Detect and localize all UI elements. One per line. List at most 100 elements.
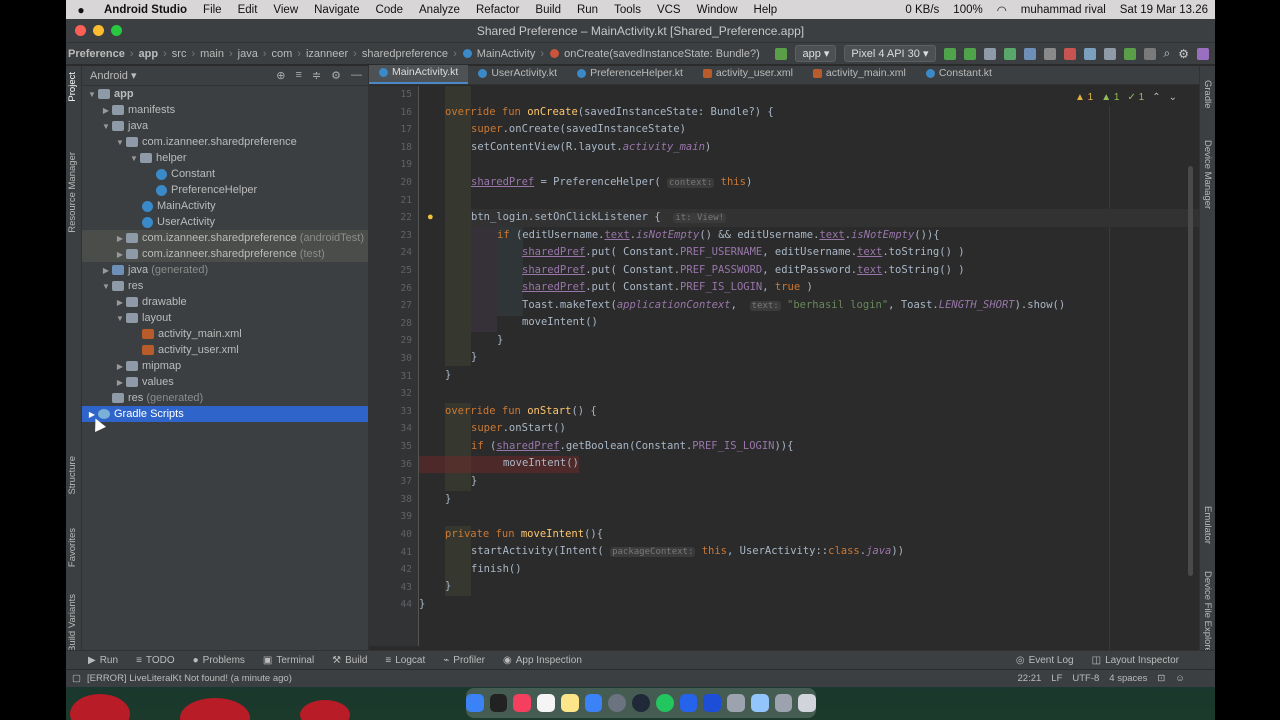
system-preferences-icon[interactable] [608, 694, 627, 712]
build-tool-button[interactable]: ⚒ Build [323, 655, 376, 666]
menu-file[interactable]: File [195, 4, 230, 16]
project-tool-tab[interactable]: Project [67, 72, 78, 102]
breadcrumb-sharedpreference[interactable]: sharedpreference [360, 48, 450, 60]
line-number[interactable]: 38 [382, 491, 412, 509]
line-number[interactable]: 44 [382, 596, 412, 614]
profile-icon[interactable] [1023, 47, 1036, 60]
folder-icon[interactable] [750, 694, 769, 712]
chevron-right-icon[interactable]: ▶ [100, 106, 112, 115]
trash-icon[interactable] [798, 694, 817, 712]
vscode-icon[interactable] [679, 694, 698, 712]
tree-item-app[interactable]: ▼ app [82, 86, 368, 102]
menu-code[interactable]: Code [368, 4, 412, 16]
tree-item-res[interactable]: ▼ res [82, 278, 368, 294]
maximize-window-button[interactable] [111, 25, 122, 36]
android-studio-icon[interactable] [727, 694, 745, 712]
line-number[interactable]: 15 [382, 86, 412, 104]
chevron-right-icon[interactable]: ▶ [114, 362, 126, 371]
line-number[interactable]: 20 [382, 174, 412, 192]
line-number[interactable]: 25 [382, 262, 412, 280]
gear-icon[interactable]: ⚙ [1178, 47, 1189, 61]
line-number[interactable]: 33 [382, 403, 412, 421]
tree-item-helper[interactable]: ▼ helper [82, 150, 368, 166]
menu-tools[interactable]: Tools [606, 4, 649, 16]
line-separator[interactable]: LF [1051, 673, 1062, 684]
line-number[interactable]: 18 [382, 139, 412, 157]
status-message[interactable]: [ERROR] LiveLiteralKt Not found! (a minu… [87, 673, 292, 684]
cursor-position[interactable]: 22:21 [1018, 673, 1042, 684]
line-number[interactable]: 31 [382, 368, 412, 386]
minimize-window-button[interactable] [93, 25, 104, 36]
tree-item-drawable[interactable]: ▶ drawable [82, 294, 368, 310]
line-number[interactable]: 39 [382, 508, 412, 526]
line-number[interactable]: 22 [382, 209, 412, 227]
tree-item-java-generated[interactable]: ▶ java (generated) [82, 262, 368, 278]
line-number[interactable]: 43 [382, 579, 412, 597]
word-icon[interactable] [703, 694, 722, 712]
line-number[interactable]: 35 [382, 438, 412, 456]
tree-item-activity-main-xml[interactable]: activity_main.xml [82, 326, 368, 342]
device-dropdown[interactable]: Pixel 4 API 30 ▾ [844, 45, 936, 62]
typo-count[interactable]: ✓ 1 [1127, 92, 1144, 103]
line-number[interactable]: 34 [382, 420, 412, 438]
logcat-tool-button[interactable]: ≡ Logcat [376, 655, 434, 666]
line-number[interactable]: 41 [382, 544, 412, 562]
user-name[interactable]: muhammad rival [1014, 4, 1113, 16]
menu-view[interactable]: View [265, 4, 306, 16]
tree-item-res-generated[interactable]: res (generated) [82, 390, 368, 406]
chevron-down-icon[interactable]: ▼ [100, 122, 112, 131]
chevron-right-icon[interactable]: ▶ [100, 266, 112, 275]
avd-icon[interactable] [1143, 47, 1156, 60]
app-inspection-tool-button[interactable]: ◉ App Inspection [494, 655, 591, 666]
terminal-tool-button[interactable]: ▣ Terminal [254, 655, 323, 666]
menu-app-name[interactable]: Android Studio [96, 4, 195, 16]
line-number[interactable]: 30 [382, 350, 412, 368]
line-number[interactable]: 42 [382, 561, 412, 579]
vertical-scrollbar[interactable] [1188, 166, 1193, 576]
battery-level[interactable]: 100% [946, 4, 989, 16]
hammer-icon[interactable] [775, 47, 788, 60]
line-number[interactable]: 23 [382, 227, 412, 245]
hide-panel-icon[interactable]: — [351, 69, 362, 82]
event-log-button[interactable]: ◎ Event Log [1007, 655, 1083, 666]
clock[interactable]: Sat 19 Mar 13.26 [1113, 4, 1215, 16]
weak-warning-count[interactable]: ▲ 1 [1101, 92, 1119, 103]
search-icon[interactable]: ⌕ [1164, 46, 1171, 61]
menu-help[interactable]: Help [746, 4, 786, 16]
stop-icon[interactable] [1063, 47, 1076, 60]
problems-tool-button[interactable]: ● Problems [184, 655, 254, 666]
breadcrumb-main[interactable]: main [198, 48, 226, 60]
menu-window[interactable]: Window [689, 4, 746, 16]
emulator-tab[interactable]: Emulator [1202, 506, 1213, 544]
notes-icon[interactable] [560, 694, 579, 712]
structure-tab[interactable]: Structure [67, 456, 78, 495]
line-number[interactable]: 27 [382, 297, 412, 315]
menu-vcs[interactable]: VCS [649, 4, 689, 16]
chrome-icon[interactable] [655, 694, 674, 712]
menu-build[interactable]: Build [527, 4, 569, 16]
line-number[interactable]: 32 [382, 385, 412, 403]
warning-count[interactable]: ▲ 1 [1075, 92, 1093, 103]
layout-inspector-button[interactable]: ◫ Layout Inspector [1083, 655, 1215, 666]
downloads-icon[interactable] [774, 694, 793, 712]
tab-activity-main[interactable]: activity_main.xml [803, 65, 916, 84]
sync-gradle-icon[interactable] [1083, 47, 1096, 60]
tree-item-package-androidtest[interactable]: ▶ com.izanneer.sharedpreference (androidT… [82, 230, 368, 246]
favorites-tab[interactable]: Favorites [67, 528, 78, 567]
device-file-explorer-tab[interactable]: Device File Explorer [1202, 571, 1213, 656]
wifi-icon[interactable]: ◠ [990, 3, 1014, 17]
target-icon[interactable]: ⊕ [276, 69, 285, 82]
tree-item-values[interactable]: ▶ values [82, 374, 368, 390]
tree-item-package[interactable]: ▼ com.izanneer.sharedpreference [82, 134, 368, 150]
breadcrumb-project[interactable]: Preference [66, 48, 127, 60]
breadcrumb-com[interactable]: com [270, 48, 295, 60]
device-manager-tab[interactable]: Device Manager [1202, 140, 1213, 209]
gradle-tab[interactable]: Gradle [1202, 80, 1213, 109]
resource-manager-tab[interactable]: Resource Manager [67, 152, 78, 233]
menu-run[interactable]: Run [569, 4, 606, 16]
breadcrumb-class[interactable]: MainActivity [475, 48, 538, 60]
tree-item-manifests[interactable]: ▶ manifests [82, 102, 368, 118]
tree-item-mainactivity[interactable]: MainActivity [82, 198, 368, 214]
chevron-down-icon[interactable]: ▼ [114, 314, 126, 323]
chevron-right-icon[interactable]: ▶ [114, 234, 126, 243]
